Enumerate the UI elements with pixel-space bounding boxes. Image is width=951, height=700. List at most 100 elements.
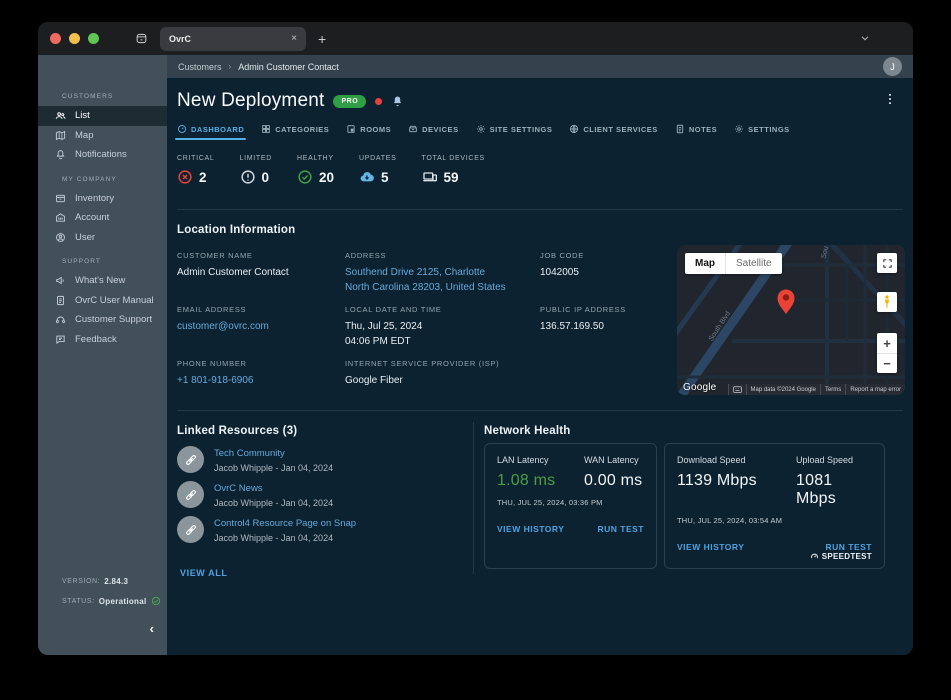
tab-devices[interactable]: DEVICES <box>408 124 458 140</box>
sidebar-item-user-manual[interactable]: OvrC User Manual <box>38 291 167 311</box>
list-item[interactable]: Tech Community Jacob Whipple - Jan 04, 2… <box>177 446 333 473</box>
divider <box>177 410 903 411</box>
view-history-link[interactable]: VIEW HISTORY <box>677 542 744 552</box>
people-icon <box>55 110 66 121</box>
view-history-link[interactable]: VIEW HISTORY <box>497 524 564 534</box>
sidebar-item-label: Account <box>75 212 109 223</box>
tab-notes[interactable]: NOTES <box>675 124 717 140</box>
stat-updates[interactable]: UPDATES 5 <box>359 155 396 185</box>
breadcrumb-customers[interactable]: Customers <box>178 62 222 72</box>
gear-icon <box>734 124 744 134</box>
tab-label: DASHBOARD <box>191 125 244 134</box>
status-value: Operational <box>99 597 147 606</box>
tab-label: SETTINGS <box>748 125 790 134</box>
resource-link[interactable]: Control4 Resource Page on Snap <box>214 518 356 529</box>
report-map-error-link[interactable]: Report a map error <box>845 384 905 395</box>
speed-timestamp: THU, JUL 25, 2024, 03:54 AM <box>677 516 872 525</box>
tab-label: SITE SETTINGS <box>490 125 553 134</box>
resource-link[interactable]: OvrC News <box>214 483 333 494</box>
sidebar-item-map[interactable]: Map <box>38 126 167 146</box>
tab-categories[interactable]: CATEGORIES <box>261 124 329 140</box>
latency-timestamp: THU, JUL 25, 2024, 03:36 PM <box>497 498 644 507</box>
sidebar-item-label: Customer Support <box>75 314 152 325</box>
avatar[interactable]: J <box>883 57 902 76</box>
maximize-window-button[interactable] <box>88 33 99 44</box>
chevron-down-icon[interactable] <box>859 32 871 44</box>
view-all-link[interactable]: VIEW ALL <box>180 568 227 578</box>
email-link[interactable]: customer@ovrc.com <box>177 320 269 335</box>
collapse-sidebar-icon[interactable]: ‹ <box>150 621 154 636</box>
tab-dashboard[interactable]: DASHBOARD <box>177 124 244 140</box>
map-icon <box>55 130 66 141</box>
limited-icon <box>240 169 256 185</box>
address-link[interactable]: Southend Drive 2125, Charlotte North Car… <box>345 266 506 295</box>
list-item[interactable]: OvrC News Jacob Whipple - Jan 04, 2024 <box>177 481 333 508</box>
list-item[interactable]: Control4 Resource Page on Snap Jacob Whi… <box>177 516 356 543</box>
stat-critical[interactable]: CRITICAL 2 <box>177 155 215 185</box>
close-window-button[interactable] <box>50 33 61 44</box>
resource-meta: Jacob Whipple - Jan 04, 2024 <box>214 533 356 543</box>
google-map[interactable]: South Blvd Sou Map Satellite + <box>677 245 905 395</box>
map-button[interactable]: Map <box>685 253 725 274</box>
sidebar-item-inventory[interactable]: Inventory <box>38 189 167 209</box>
stat-label: UPDATES <box>359 155 396 162</box>
updates-cloud-icon <box>359 169 375 185</box>
version-label: VERSION: <box>62 578 100 585</box>
tab-rooms[interactable]: ROOMS <box>346 124 391 140</box>
browser-tab[interactable]: OvrC × <box>160 27 306 51</box>
sidebar-item-whats-new[interactable]: What's New <box>38 271 167 291</box>
sidebar-item-customer-support[interactable]: Customer Support <box>38 310 167 330</box>
minimize-window-button[interactable] <box>69 33 80 44</box>
tab-panel-icon[interactable] <box>135 32 148 45</box>
stat-healthy[interactable]: HEALTHY 20 <box>297 155 334 185</box>
browser-window: OvrC × + CUSTOMERS List Map <box>38 22 913 655</box>
upload-speed-label: Upload Speed <box>796 455 872 465</box>
sidebar-item-feedback[interactable]: Feedback <box>38 330 167 350</box>
tab-label: CLIENT SERVICES <box>583 125 657 134</box>
satellite-button[interactable]: Satellite <box>725 253 782 274</box>
run-test-button[interactable]: RUN TEST <box>826 542 873 552</box>
pegman-button[interactable] <box>877 292 897 312</box>
breadcrumb-current: Admin Customer Contact <box>238 62 339 72</box>
field-label: LOCAL DATE AND TIME <box>345 305 442 314</box>
run-test-button[interactable]: RUN TEST <box>598 524 645 534</box>
bell-icon <box>55 149 66 160</box>
resource-link[interactable]: Tech Community <box>214 448 333 459</box>
stat-total-devices[interactable]: TOTAL DEVICES 59 <box>422 155 485 185</box>
phone-link[interactable]: +1 801-918-6906 <box>177 374 253 389</box>
divider <box>177 209 903 210</box>
kebab-menu-icon[interactable] <box>883 92 897 106</box>
feedback-icon <box>55 334 66 345</box>
user-icon <box>55 232 66 243</box>
zoom-in-button[interactable]: + <box>877 333 897 353</box>
sidebar-item-account[interactable]: Account <box>38 208 167 228</box>
linked-resources-title: Linked Resources (3) <box>177 425 297 437</box>
speed-card: Download Speed 1139 Mbps Upload Speed 10… <box>664 443 885 569</box>
field-label: PUBLIC IP ADDRESS <box>540 305 626 314</box>
field-value: Admin Customer Contact <box>177 266 289 281</box>
sidebar-section-my-company: MY COMPANY <box>38 176 167 183</box>
field-label: ADDRESS <box>345 251 506 260</box>
download-speed-label: Download Speed <box>677 455 796 465</box>
critical-icon <box>177 169 193 185</box>
sidebar-item-list[interactable]: List <box>38 106 167 126</box>
tab-settings[interactable]: SETTINGS <box>734 124 790 140</box>
speedtest-gauge-icon <box>810 552 819 561</box>
sidebar-item-label: Feedback <box>75 334 117 345</box>
local-date: Thu, Jul 25, 2024 <box>345 320 442 335</box>
tab-close-icon[interactable]: × <box>291 33 297 44</box>
keyboard-shortcuts-icon[interactable] <box>728 384 746 395</box>
sidebar-item-user[interactable]: User <box>38 228 167 248</box>
google-logo[interactable]: Google <box>683 382 716 393</box>
stat-limited[interactable]: LIMITED 0 <box>240 155 273 185</box>
field-local-datetime: LOCAL DATE AND TIME Thu, Jul 25, 2024 04… <box>345 305 442 349</box>
tab-site-settings[interactable]: SITE SETTINGS <box>476 124 553 140</box>
tab-client-services[interactable]: CLIENT SERVICES <box>569 124 657 140</box>
sidebar-item-notifications[interactable]: Notifications <box>38 145 167 165</box>
stat-value: 59 <box>444 170 459 185</box>
new-tab-button[interactable]: + <box>318 31 326 47</box>
notifications-bell-icon[interactable] <box>391 95 404 108</box>
terms-link[interactable]: Terms <box>820 384 845 395</box>
zoom-out-button[interactable]: − <box>877 353 897 373</box>
fullscreen-button[interactable] <box>877 253 897 273</box>
